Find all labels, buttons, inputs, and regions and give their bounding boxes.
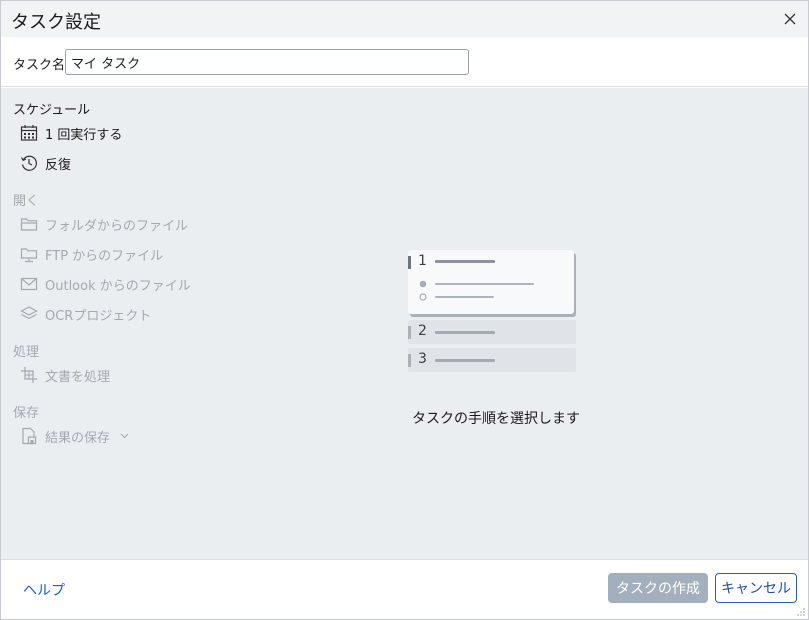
task-settings-dialog: タスク設定 タスク名: スケジュール 1 回実行す	[0, 0, 809, 620]
step-number-1: 1	[418, 253, 427, 269]
recurring-label: 反復	[45, 157, 72, 173]
process-document-item[interactable]: 文書を処理	[19, 363, 110, 387]
run-once-item[interactable]: 1 回実行する	[19, 121, 122, 145]
ocr-project-icon	[19, 304, 39, 324]
open-section-header: 開く	[13, 194, 40, 209]
close-icon	[784, 13, 796, 25]
recurring-item[interactable]: 反復	[19, 151, 71, 175]
outlook-files-item[interactable]: Outlook からのファイル	[19, 272, 191, 296]
save-results-item[interactable]: 結果の保存	[19, 424, 129, 448]
task-steps-illustration: 1 2 3	[408, 250, 578, 375]
outlook-files-label: Outlook からのファイル	[45, 278, 191, 294]
ftp-files-item[interactable]: FTP からのファイル	[19, 242, 163, 266]
folder-files-item[interactable]: フォルダからのファイル	[19, 212, 188, 236]
run-once-label: 1 回実行する	[45, 127, 123, 143]
task-name-input[interactable]	[65, 49, 469, 75]
ftp-files-label: FTP からのファイル	[45, 248, 164, 264]
dialog-title: タスク設定	[11, 12, 101, 33]
step-option-dots	[419, 280, 427, 301]
resize-grip-icon[interactable]	[797, 608, 805, 616]
ocr-project-label: OCRプロジェクト	[45, 308, 152, 324]
calendar-icon	[19, 123, 39, 143]
process-document-icon	[19, 365, 39, 385]
task-steps-panel: スケジュール 1 回実行する 反復 開く フォルダからのファイル FTP からの…	[1, 88, 808, 559]
title-bar: タスク設定	[1, 1, 808, 37]
recurring-clock-icon	[19, 153, 39, 173]
step-card-2: 2	[408, 320, 576, 344]
instruction-text: タスクの手順を選択します	[412, 411, 580, 427]
create-task-button[interactable]: タスクの作成	[608, 573, 708, 603]
task-name-label: タスク名:	[13, 58, 70, 73]
step-marker	[408, 256, 411, 269]
step-option-line	[435, 296, 494, 298]
ocr-project-item[interactable]: OCRプロジェクト	[19, 302, 151, 326]
step-title-line	[435, 331, 495, 334]
save-section-header: 保存	[13, 406, 40, 421]
process-section-header: 処理	[13, 345, 40, 360]
schedule-section-header: スケジュール	[13, 103, 91, 118]
process-document-label: 文書を処理	[45, 369, 111, 385]
save-results-icon	[19, 426, 39, 446]
dialog-footer: ヘルプ タスクの作成 キャンセル	[1, 559, 808, 619]
step-title-line	[435, 260, 495, 263]
step-marker	[408, 354, 411, 367]
help-link[interactable]: ヘルプ	[23, 580, 65, 600]
step-number-3: 3	[418, 351, 427, 367]
step-card-1: 1	[408, 250, 574, 314]
ftp-folder-icon	[19, 244, 39, 264]
folder-icon	[19, 214, 39, 234]
folder-files-label: フォルダからのファイル	[45, 218, 189, 234]
close-button[interactable]	[778, 7, 802, 31]
chevron-down-icon[interactable]	[120, 431, 129, 442]
step-option-line	[435, 283, 534, 285]
step-marker	[408, 326, 411, 339]
save-results-label: 結果の保存	[45, 430, 111, 446]
cancel-button[interactable]: キャンセル	[715, 573, 797, 603]
task-name-bar: タスク名:	[1, 37, 808, 87]
step-card-3: 3	[408, 348, 576, 372]
step-number-2: 2	[418, 323, 427, 339]
mail-icon	[19, 274, 39, 294]
step-title-line	[435, 359, 495, 362]
